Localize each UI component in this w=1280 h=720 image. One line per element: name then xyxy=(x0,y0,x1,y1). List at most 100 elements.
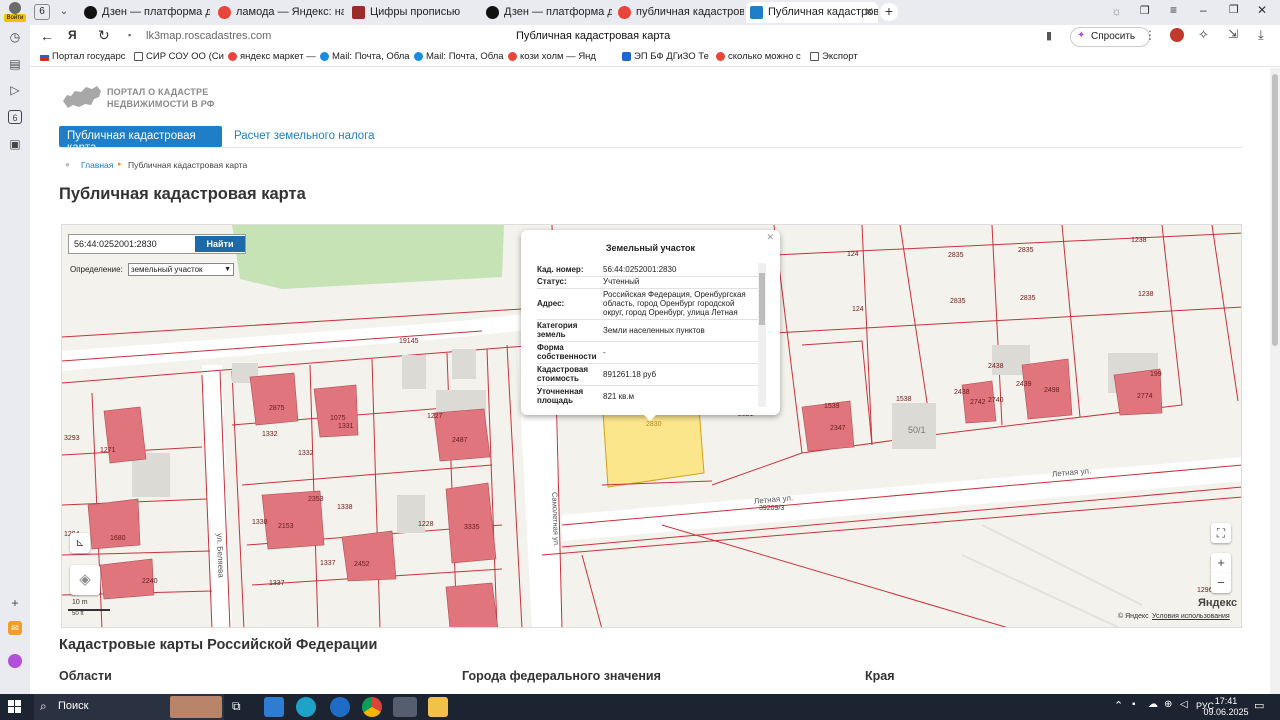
tray-cloud-icon[interactable]: ☁ xyxy=(1148,699,1158,710)
yandex-logo-icon[interactable]: Я xyxy=(68,28,77,42)
mail-icon[interactable]: ✉ xyxy=(8,621,22,635)
clock-date[interactable]: 09.06.2025 xyxy=(1202,707,1250,717)
bookmark-skolko[interactable]: сколько можно с xyxy=(716,51,801,62)
popup-row-cadastral-value: Кадастровая стоимость 891261.18 руб xyxy=(537,364,765,386)
popup-scrollbar[interactable] xyxy=(758,263,766,407)
cadastral-map[interactable]: 19145 2875 1332 1075 1331 1227 2487 3293… xyxy=(61,224,1242,628)
close-window-icon[interactable]: ✕ xyxy=(1257,3,1267,17)
volume-icon[interactable]: ◁ xyxy=(1180,699,1188,710)
close-popup-icon[interactable]: ✕ xyxy=(766,232,774,243)
bookmark-mail-1[interactable]: Mail: Почта, Обла xyxy=(320,51,410,62)
ruler-button[interactable]: ⊾ xyxy=(70,533,90,553)
task-view-icon[interactable]: ⧉ xyxy=(232,699,241,714)
parcel-label: 2830 xyxy=(646,421,662,428)
screenshot-icon[interactable]: ▣ xyxy=(8,137,22,151)
bookmark-icon[interactable]: ▮ xyxy=(1046,29,1052,42)
puzzle-icon[interactable]: ✧ xyxy=(1198,27,1209,43)
site-logo[interactable]: ПОРТАЛ О КАДАСТРЕ НЕДВИЖИМОСТИ В РФ xyxy=(61,83,261,115)
windows-start-icon[interactable] xyxy=(8,700,22,714)
bookmark-kozi[interactable]: кози холм — Янд xyxy=(508,51,596,62)
share-icon[interactable]: ⇲ xyxy=(1228,27,1238,41)
reload-icon[interactable]: ↻ xyxy=(98,27,110,44)
new-tab-icon[interactable]: + xyxy=(880,3,898,21)
parcel-label: 1332 xyxy=(298,450,314,457)
ask-button[interactable]: ✦ Спросить xyxy=(1070,27,1150,47)
tabs-dropdown-icon[interactable]: ⌄ xyxy=(55,3,73,21)
profile-button[interactable]: Войти xyxy=(4,1,26,23)
parcel-label: 199 xyxy=(1150,371,1162,378)
map-terms-link[interactable]: Условия использования xyxy=(1152,613,1230,620)
edge-icon[interactable] xyxy=(296,697,316,717)
ask-label: Спросить xyxy=(1091,31,1136,42)
parcel-label: 2835 xyxy=(1020,295,1036,302)
store-icon[interactable] xyxy=(264,697,284,717)
yandex-browser-icon[interactable] xyxy=(393,697,417,717)
tab-lamoda[interactable]: ламода — Яндекс: нашё xyxy=(214,2,344,23)
definition-value: земельный участок xyxy=(131,265,203,274)
cadastral-search-input[interactable] xyxy=(69,235,193,253)
minimize-icon[interactable]: – xyxy=(1200,3,1207,17)
profile-label: Войти xyxy=(4,14,26,22)
notifications-icon[interactable]: ▭ xyxy=(1254,699,1264,712)
tray-app-icon[interactable]: ▪ xyxy=(1132,699,1136,710)
nav-tab-land-tax[interactable]: Расчет земельного налога xyxy=(234,130,375,142)
popup-scrollbar-thumb[interactable] xyxy=(759,273,765,325)
layers-button[interactable]: ◈ xyxy=(70,565,100,595)
taskbar-search[interactable]: ⌕ Поиск xyxy=(34,694,224,720)
add-panel-icon[interactable]: + xyxy=(8,596,22,610)
extension-icon[interactable] xyxy=(1170,28,1184,42)
tab-cifry[interactable]: Цифры прописью xyxy=(348,2,478,23)
bookmark-sir[interactable]: СИР СОУ ОО (Си xyxy=(134,51,224,62)
bookmark-gosuslugi[interactable]: Портал государс xyxy=(40,51,125,62)
zoom-out-button[interactable]: − xyxy=(1211,573,1231,593)
network-icon[interactable]: ⊕ xyxy=(1164,699,1172,710)
zoom-in-button[interactable]: + xyxy=(1211,553,1231,573)
fullscreen-button[interactable]: ⛶ xyxy=(1211,523,1231,543)
bookmark-ep[interactable]: ЭП БФ ДГиЗО Те xyxy=(622,51,709,62)
definition-select[interactable]: земельный участок ▼ xyxy=(128,263,234,276)
tab-public-cadastral-1[interactable]: публичная кадастровая xyxy=(614,2,744,23)
nav-tab-public-map[interactable]: Публичная кадастровая карта xyxy=(59,126,222,154)
clock-time[interactable]: 17:41 xyxy=(1211,696,1241,706)
tab-public-cadastral-active[interactable]: Публичная кадастровая✕ xyxy=(746,2,878,23)
parcel-label: 2835 xyxy=(948,252,964,259)
back-icon[interactable]: ← xyxy=(40,28,54,44)
popup-row-ownership: Форма собственности - xyxy=(537,342,765,364)
sun-icon[interactable]: ☼ xyxy=(1111,4,1122,18)
page-scrollbar-thumb[interactable] xyxy=(1272,74,1278,346)
app-icon[interactable]: 6 xyxy=(8,110,22,124)
taskbar-search-label: Поиск xyxy=(58,700,89,712)
chrome-icon[interactable] xyxy=(362,697,382,717)
url-text: lk3map.roscadastres.com xyxy=(146,30,272,42)
tab-dzen-1[interactable]: Дзен — платформа для п xyxy=(80,2,210,23)
tab-count-badge[interactable]: 6 xyxy=(34,4,50,20)
video-icon[interactable]: ▷ xyxy=(8,83,22,97)
column-heading-federal-cities: Города федерального значения xyxy=(462,669,661,683)
more-icon[interactable]: ⋮ xyxy=(1144,28,1156,42)
menu-icon[interactable]: ≡ xyxy=(1170,3,1177,17)
ie-icon[interactable] xyxy=(330,697,350,717)
restore-icon[interactable]: ❐ xyxy=(1229,3,1239,16)
close-tab-icon[interactable]: ✕ xyxy=(864,2,874,23)
file-explorer-icon[interactable] xyxy=(428,697,448,717)
breadcrumb-home[interactable]: Главная xyxy=(81,160,113,170)
parcel-label: 2498 xyxy=(1044,387,1060,394)
notes-icon[interactable]: ▤ xyxy=(8,57,22,71)
url-field[interactable]: ▪ lk3map.roscadastres.com Публичная када… xyxy=(124,27,1146,47)
tab-dzen-2[interactable]: Дзен — платформа для п xyxy=(482,2,612,23)
tab-bar: Войти 6 ⌄ Дзен — платформа для п ламода … xyxy=(0,0,1280,25)
bookmark-market[interactable]: яндекс маркет — xyxy=(228,51,316,62)
page-scrollbar[interactable] xyxy=(1270,68,1280,694)
bookmark-export[interactable]: Экспорт xyxy=(810,51,858,62)
parcel-label: 1238 xyxy=(1131,237,1147,244)
collections-icon[interactable]: ❐ xyxy=(1140,4,1150,17)
search-button[interactable]: Найти xyxy=(195,236,245,252)
tray-chevron-icon[interactable]: ⌃ xyxy=(1114,699,1123,712)
popup-row-status: Статус: Учтенный xyxy=(537,277,765,289)
tab-label: Дзен — платформа для п xyxy=(504,6,612,18)
ask-icon: ✦ xyxy=(1077,30,1086,41)
history-icon[interactable]: ◷ xyxy=(8,30,22,44)
alice-icon[interactable] xyxy=(8,654,22,668)
download-icon[interactable]: ⤓ xyxy=(1258,27,1264,43)
bookmark-mail-2[interactable]: Mail: Почта, Обла xyxy=(414,51,504,62)
